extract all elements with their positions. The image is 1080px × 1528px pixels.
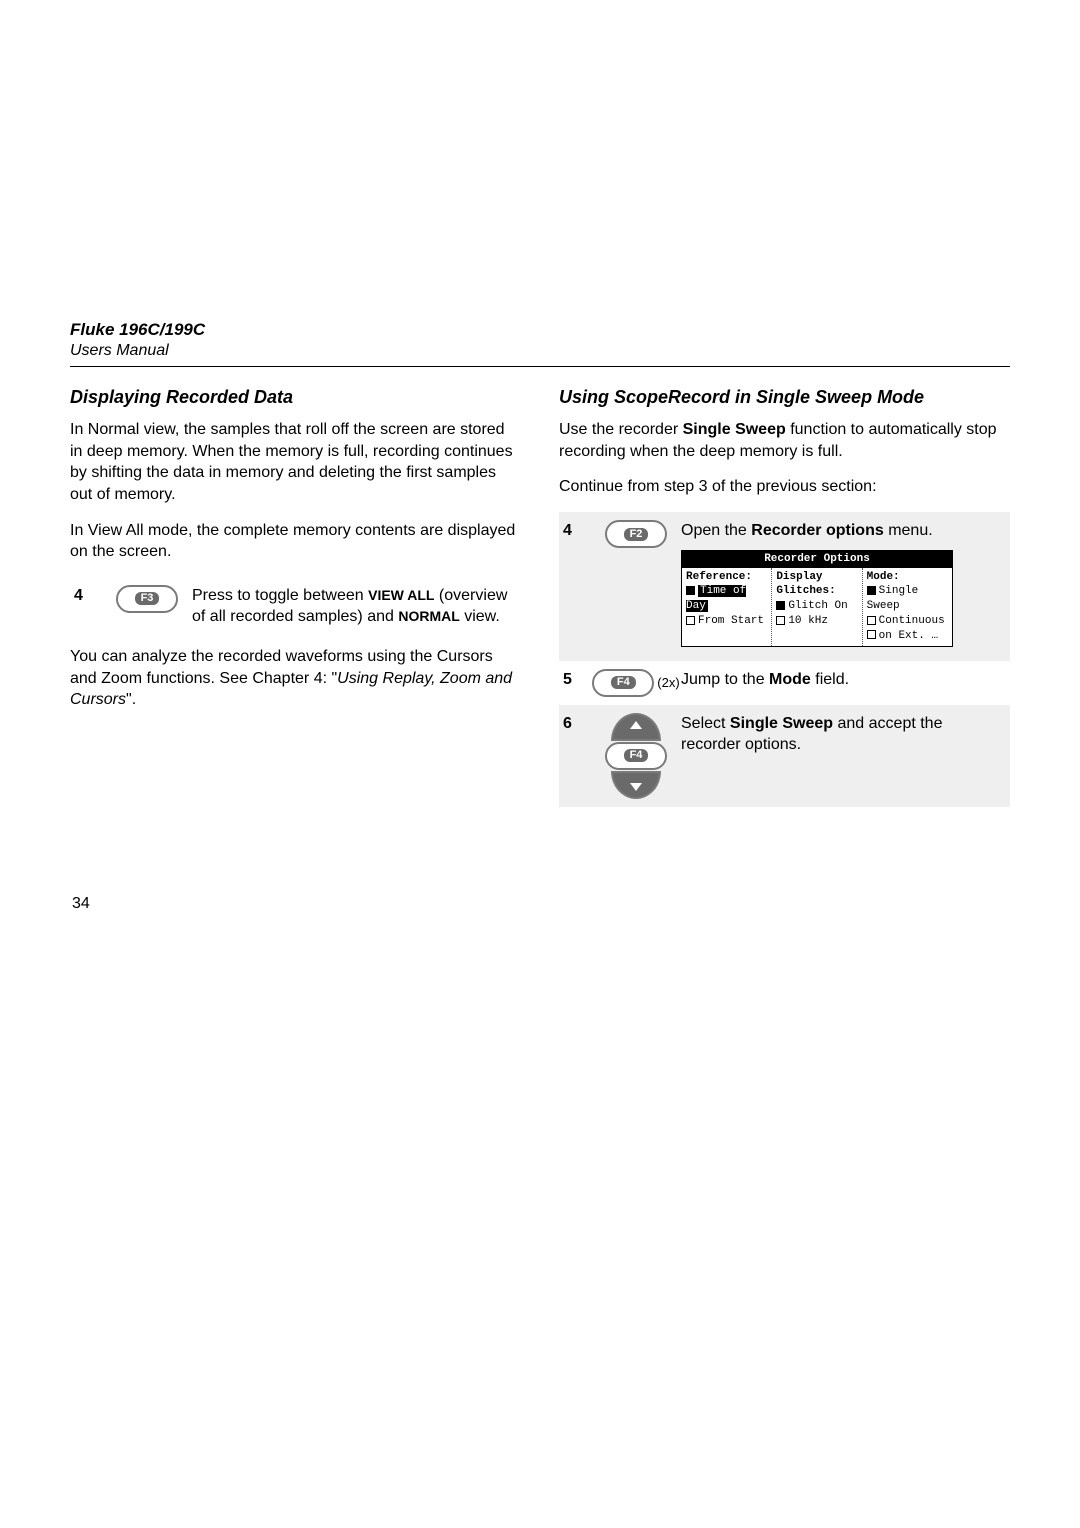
left-paragraph-2: In View All mode, the complete memory co… bbox=[70, 520, 521, 563]
right-step-4: 4 F2 Open the Recorder options menu. Rec… bbox=[559, 512, 1010, 661]
normal-label: NORMAL bbox=[398, 608, 459, 624]
header-divider bbox=[70, 366, 1010, 367]
arrow-up-icon bbox=[611, 713, 661, 741]
arrow-f4-key-group: F4 bbox=[605, 713, 667, 799]
model-line: Fluke 196C/199C bbox=[70, 320, 1010, 340]
manual-type: Users Manual bbox=[70, 342, 1010, 360]
f2-key-icon: F2 bbox=[605, 520, 667, 548]
step-number: 5 bbox=[563, 669, 591, 691]
right-paragraph-2: Continue from step 3 of the previous sec… bbox=[559, 476, 1010, 498]
f3-key-label: F3 bbox=[135, 592, 160, 605]
right-paragraph-1: Use the recorder Single Sweep function t… bbox=[559, 419, 1010, 462]
left-paragraph-1: In Normal view, the samples that roll of… bbox=[70, 419, 521, 505]
left-section-title: Displaying Recorded Data bbox=[70, 385, 521, 409]
right-step-5: 5 F4 (2x) Jump to the Mode field. bbox=[559, 661, 1010, 705]
step-number: 6 bbox=[563, 713, 591, 735]
menu-col-reference: Reference: Time of Day From Start bbox=[682, 568, 771, 646]
page-number: 34 bbox=[72, 895, 90, 913]
recorder-options-menu: Recorder Options Reference: Time of Day … bbox=[681, 550, 953, 647]
right-step-6: 6 F4 Select Single Sweep and accept the … bbox=[559, 705, 1010, 807]
right-step5-text: Jump to the Mode field. bbox=[681, 669, 1006, 691]
f2-key-label: F2 bbox=[624, 528, 649, 541]
left-paragraph-3: You can analyze the recorded waveforms u… bbox=[70, 646, 521, 711]
left-step-4: 4 F3 Press to toggle between VIEW ALL (o… bbox=[70, 577, 521, 636]
menu-title: Recorder Options bbox=[682, 551, 952, 568]
left-step4-text: Press to toggle between VIEW ALL (overvi… bbox=[192, 585, 517, 628]
checkbox-icon bbox=[686, 586, 695, 595]
menu-col-mode: Mode: Single Sweep Continuous on Ext. … bbox=[862, 568, 952, 646]
f4-key-label: F4 bbox=[611, 676, 636, 689]
press-count: (2x) bbox=[657, 674, 679, 692]
step-number: 4 bbox=[74, 585, 102, 607]
menu-col-display: Display Glitches: Glitch On 10 kHz bbox=[771, 568, 861, 646]
checkbox-icon bbox=[867, 586, 876, 595]
arrow-down-icon bbox=[611, 771, 661, 799]
checkbox-icon bbox=[776, 601, 785, 610]
checkbox-icon bbox=[776, 616, 785, 625]
right-step6-text: Select Single Sweep and accept the recor… bbox=[681, 713, 1006, 756]
checkbox-icon bbox=[867, 616, 876, 625]
f3-key-icon: F3 bbox=[116, 585, 178, 613]
selected-option: Time of Day bbox=[686, 585, 746, 612]
checkbox-icon bbox=[686, 616, 695, 625]
right-step4-text: Open the Recorder options menu. Recorder… bbox=[681, 520, 1006, 647]
page-header: Fluke 196C/199C Users Manual bbox=[70, 320, 1010, 360]
left-column: Displaying Recorded Data In Normal view,… bbox=[70, 385, 521, 807]
view-all-label: VIEW ALL bbox=[368, 587, 434, 603]
right-column: Using ScopeRecord in Single Sweep Mode U… bbox=[559, 385, 1010, 807]
f4-key-label: F4 bbox=[624, 749, 649, 762]
f4-key-icon: F4 bbox=[592, 669, 654, 697]
step-number: 4 bbox=[563, 520, 591, 542]
f4-key-icon: F4 bbox=[605, 742, 667, 770]
right-section-title: Using ScopeRecord in Single Sweep Mode bbox=[559, 385, 1010, 409]
checkbox-icon bbox=[867, 630, 876, 639]
